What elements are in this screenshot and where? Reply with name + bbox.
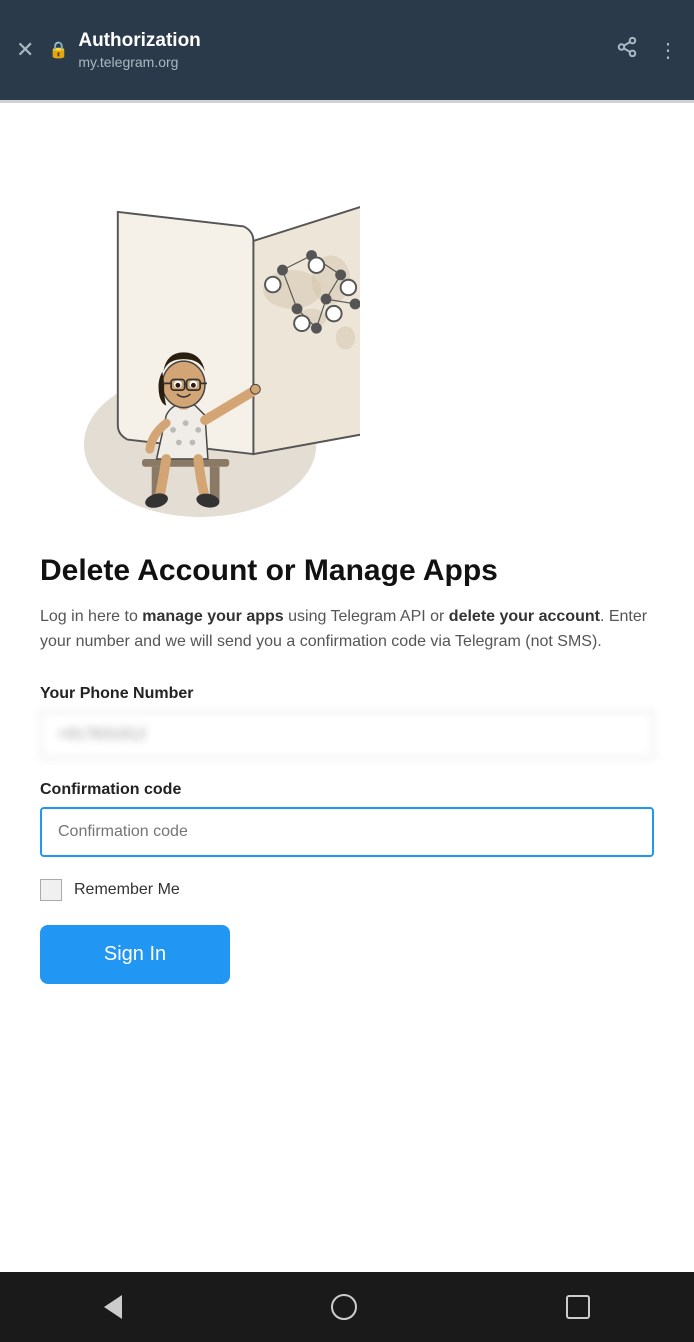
recents-button[interactable] (566, 1295, 590, 1319)
phone-number-group: Your Phone Number (40, 685, 654, 759)
close-tab-button[interactable]: ✕ (16, 37, 34, 63)
page-description: Log in here to manage your apps using Te… (40, 605, 654, 655)
confirmation-label: Confirmation code (40, 781, 654, 799)
phone-label: Your Phone Number (40, 685, 654, 703)
desc-before-manage: Log in here to (40, 608, 142, 625)
sign-in-button[interactable]: Sign In (40, 925, 230, 984)
illustration-container (50, 143, 654, 523)
desc-manage-apps: manage your apps (142, 608, 283, 625)
browser-bar: ✕ 🔒 Authorization my.telegram.org ⋮ (0, 0, 694, 100)
confirmation-code-group: Confirmation code (40, 781, 654, 857)
remember-me-label: Remember Me (74, 881, 180, 899)
browser-action-icons: ⋮ (616, 36, 678, 64)
lock-icon: 🔒 (48, 40, 68, 60)
page-heading: Delete Account or Manage Apps (40, 553, 654, 589)
more-options-icon[interactable]: ⋮ (658, 38, 678, 63)
remember-me-row: Remember Me (40, 879, 654, 901)
telegram-illustration (50, 143, 360, 523)
remember-me-checkbox[interactable] (40, 879, 62, 901)
confirmation-code-input[interactable] (40, 807, 654, 857)
back-button[interactable] (104, 1295, 122, 1319)
desc-between: using Telegram API or (284, 608, 449, 625)
page-title: Authorization (78, 29, 616, 54)
share-icon[interactable] (616, 36, 638, 64)
page-url: my.telegram.org (78, 53, 616, 71)
home-button[interactable] (331, 1294, 357, 1320)
browser-title-area: Authorization my.telegram.org (78, 29, 616, 72)
desc-delete-account: delete your account (449, 608, 600, 625)
phone-input[interactable] (40, 711, 654, 759)
android-nav-bar (0, 1272, 694, 1342)
main-content: Delete Account or Manage Apps Log in her… (0, 103, 694, 1272)
